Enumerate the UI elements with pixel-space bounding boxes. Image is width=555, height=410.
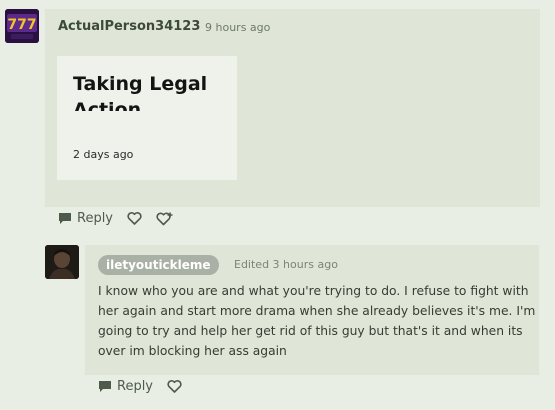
heart-icon — [167, 380, 182, 393]
avatar-portrait-image — [45, 245, 79, 279]
comment-username[interactable]: iletyoutickleme — [98, 255, 219, 275]
comment-timestamp[interactable]: Edited 3 hours ago — [234, 258, 338, 271]
like-button[interactable] — [127, 212, 142, 225]
avatar[interactable] — [45, 245, 79, 279]
like-button[interactable] — [167, 380, 182, 393]
speech-bubble-icon — [59, 213, 71, 224]
speech-bubble-icon — [99, 381, 111, 392]
embedded-post-title: Taking Legal Action — [73, 73, 208, 111]
embedded-post-time: 2 days ago — [73, 148, 134, 161]
heart-icon — [127, 212, 142, 225]
reply-button[interactable]: Reply — [98, 379, 153, 394]
embedded-post-card[interactable]: Taking Legal Action 2 days ago — [57, 56, 237, 180]
reply-label: Reply — [77, 211, 114, 226]
reply-label: Reply — [117, 379, 154, 394]
svg-text:777: 777 — [7, 17, 36, 33]
comment-actions: Reply — [58, 211, 187, 226]
heart-plus-icon — [156, 212, 173, 225]
comment-card: ActualPerson34123 9 hours ago Taking Leg… — [45, 9, 540, 207]
avatar[interactable]: 777 — [5, 9, 39, 43]
avatar-slots-image: 777 — [5, 9, 39, 43]
comment-card: iletyoutickleme Edited 3 hours ago I kno… — [85, 245, 539, 375]
reply-button[interactable]: Reply — [58, 211, 113, 226]
comment-actions: Reply — [98, 379, 196, 394]
award-button[interactable] — [156, 212, 173, 226]
comment-body: I know who you are and what you're tryin… — [98, 284, 536, 358]
comment-username[interactable]: ActualPerson34123 — [58, 19, 200, 34]
comment-timestamp[interactable]: 9 hours ago — [205, 21, 270, 34]
